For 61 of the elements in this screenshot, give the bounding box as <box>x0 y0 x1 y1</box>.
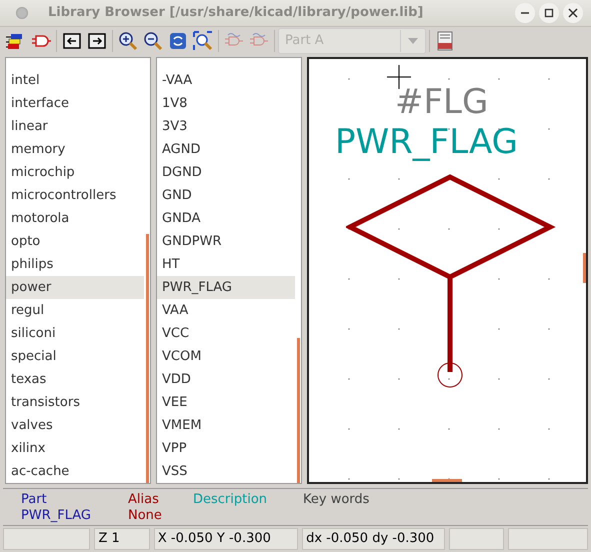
component-list-item[interactable]: VEE <box>157 390 295 414</box>
library-list-item[interactable]: ac-cache <box>6 460 144 483</box>
component-list-item[interactable]: GND <box>157 184 295 207</box>
maximize-icon <box>544 8 554 18</box>
info-header: Part <box>21 492 48 508</box>
info-value: None <box>128 508 163 524</box>
status-bar-field: dx -0.050 dy -0.300 <box>302 528 445 550</box>
component-reference-text: #FLG <box>395 84 488 119</box>
library-list-item[interactable]: valves <box>6 414 144 437</box>
close-button[interactable] <box>563 2 583 23</box>
maximize-button[interactable] <box>539 2 559 23</box>
library-list-item[interactable]: power <box>6 276 144 299</box>
component-value-text: PWR_FLAG <box>335 124 518 159</box>
library-list-item[interactable]: transistors <box>6 390 144 414</box>
component-list-item[interactable]: HT <box>157 252 295 276</box>
library-list-item[interactable]: intel <box>6 68 144 92</box>
scrollbar-thumb[interactable] <box>146 234 149 483</box>
component-list-item[interactable]: VCC <box>157 322 295 345</box>
component-list-item[interactable]: -VAA <box>157 68 295 92</box>
library-list-item[interactable]: linear <box>6 114 144 138</box>
schematic-canvas[interactable]: #FLG PWR_FLAG <box>307 56 588 484</box>
component-list-item[interactable]: VDD <box>157 368 295 391</box>
info-header: Key words <box>303 492 370 508</box>
info-header: Description <box>193 492 268 508</box>
component-list-item[interactable]: VMEM <box>157 414 295 437</box>
crosshair-cursor-icon <box>387 64 411 89</box>
caret-icon <box>408 38 418 44</box>
component-list-item[interactable]: 1V8 <box>157 92 295 115</box>
component-list-item[interactable]: AGND <box>157 138 295 161</box>
library-list-item[interactable]: microchip <box>6 160 144 184</box>
component-list-item[interactable]: DGND <box>157 160 295 184</box>
library-list-item[interactable]: texas <box>6 368 144 391</box>
library-list-item[interactable]: siliconi <box>6 322 144 345</box>
info-header: Alias <box>128 492 160 508</box>
library-list-item[interactable]: memory <box>6 138 144 161</box>
component-list-item[interactable]: VCOM <box>157 344 295 368</box>
close-icon <box>568 8 578 18</box>
scrollbar-thumb[interactable] <box>432 478 462 482</box>
status-bar-field: X -0.050 Y -0.300 <box>154 528 298 550</box>
library-list-item[interactable]: interface <box>6 92 144 115</box>
zoom-fit-icon[interactable] <box>191 28 215 53</box>
status-bar-field <box>448 528 504 550</box>
component-list-item[interactable]: 3V3 <box>157 114 295 138</box>
library-list-item[interactable]: xilinx <box>6 436 144 460</box>
component-list-item[interactable]: VSS <box>157 460 295 483</box>
scrollbar-thumb[interactable] <box>297 338 300 483</box>
component-list-item[interactable]: VAA <box>157 298 295 322</box>
component-list-item[interactable]: PWR_FLAG <box>157 276 295 299</box>
library-list-item[interactable]: opto <box>6 230 144 253</box>
component-list-item[interactable]: GNDPWR <box>157 230 295 253</box>
library-list-item[interactable]: regul <box>6 298 144 322</box>
scrollbar-thumb[interactable] <box>583 252 586 283</box>
library-list-item[interactable]: special <box>6 344 144 368</box>
info-value: PWR_FLAG <box>21 508 92 524</box>
window-title: Library Browser [/usr/share/kicad/library/power.lib] <box>48 5 424 20</box>
status-bar-field: Z 1 <box>94 528 150 550</box>
component-list-item[interactable]: GNDA <box>157 206 295 230</box>
library-list-item[interactable]: microcontrollers <box>6 184 144 207</box>
component-list-item[interactable]: VPP <box>157 436 295 460</box>
library-list-item[interactable]: philips <box>6 252 144 276</box>
library-list-item[interactable]: motorola <box>6 206 144 230</box>
